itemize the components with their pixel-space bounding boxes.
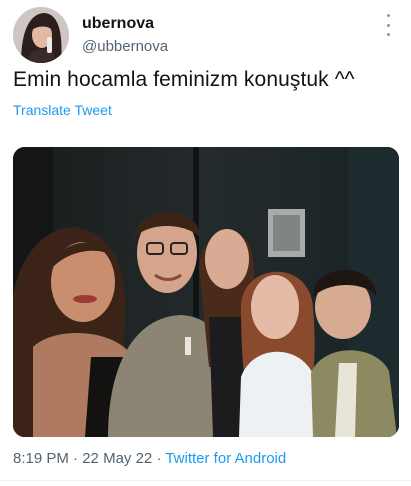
divider — [0, 480, 411, 481]
tweet-photo[interactable] — [13, 147, 399, 437]
meta-separator: · — [156, 450, 162, 467]
avatar[interactable] — [13, 7, 69, 63]
tweet-metadata: 8:19 PM · 22 May 22 · Twitter for Androi… — [13, 450, 286, 467]
user-handle[interactable]: @ubbernova — [82, 38, 168, 55]
tweet-source-link[interactable]: Twitter for Android — [165, 450, 286, 467]
avatar-image — [13, 7, 69, 63]
translate-tweet-link[interactable]: Translate Tweet — [13, 102, 112, 118]
more-vertical-icon[interactable] — [380, 14, 396, 36]
meta-separator: · — [73, 450, 79, 467]
tweet-text: Emin hocamla feminizm konuştuk ^^ — [13, 68, 355, 91]
group-photo-image — [13, 147, 399, 437]
tweet-card: ubernova @ubbernova Emin hocamla feminiz… — [0, 0, 411, 486]
display-name[interactable]: ubernova — [82, 15, 154, 33]
tweet-date[interactable]: 22 May 22 — [82, 450, 152, 467]
tweet-time[interactable]: 8:19 PM — [13, 450, 69, 467]
